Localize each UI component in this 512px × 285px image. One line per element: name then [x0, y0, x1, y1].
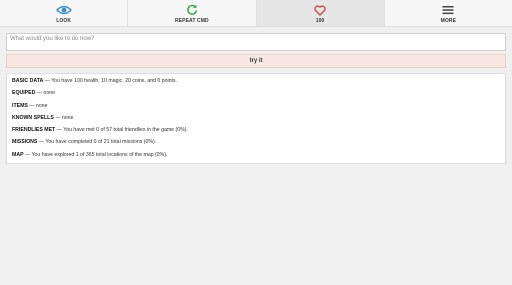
main-content: try it BASIC DATA — You have 100 health,… — [0, 27, 512, 164]
status-value: — You have 100 health, 10 magic, 20 coin… — [43, 78, 178, 84]
tab-repeat-cmd[interactable]: REPEAT CMD — [128, 0, 257, 26]
status-label: MAP — [12, 151, 24, 158]
command-input[interactable] — [6, 33, 506, 51]
status-row-missions: MISSIONS — You have completed 0 of 21 to… — [12, 139, 500, 145]
status-row-basic-data: BASIC DATA — You have 100 health, 10 mag… — [12, 78, 500, 84]
status-label: KNOWN SPELLS — [12, 114, 54, 121]
status-value: — You have completed 0 of 21 total missi… — [37, 139, 157, 146]
status-row-items: ITEMS — none — [12, 103, 500, 109]
status-value: — You have explored 1 of 365 total locat… — [23, 151, 168, 158]
status-label: BASIC DATA — [12, 78, 44, 84]
try-it-button[interactable]: try it — [6, 54, 506, 68]
tab-more-label: MORE — [440, 18, 457, 24]
status-row-equiped: EQUIPED — none — [12, 90, 500, 96]
health-value: 100 — [315, 18, 325, 24]
status-label: FRIENDLIES MET — [12, 127, 56, 134]
tab-health[interactable]: 100 — [256, 0, 385, 26]
tab-repeat-cmd-label: REPEAT CMD — [175, 18, 209, 24]
heart-icon — [312, 4, 328, 16]
status-label: MISSIONS — [12, 139, 38, 146]
tab-more[interactable]: MORE — [385, 0, 512, 26]
top-nav-bar: LOOK REPEAT CMD 100 MORE — [0, 0, 512, 27]
status-label: EQUIPED — [12, 90, 36, 97]
status-value: — none — [27, 102, 48, 109]
status-value: — none — [35, 90, 55, 97]
status-row-friendlies-met: FRIENDLIES MET — You have met 0 of 57 to… — [12, 127, 500, 133]
status-row-map: MAP — You have explored 1 of 365 total l… — [12, 152, 500, 158]
status-row-known-spells: KNOWN SPELLS — none — [12, 115, 500, 121]
status-label: ITEMS — [12, 102, 28, 109]
status-panel: BASIC DATA — You have 100 health, 10 mag… — [6, 73, 506, 164]
eye-icon — [55, 4, 72, 16]
menu-icon — [440, 4, 456, 16]
refresh-icon — [184, 4, 200, 16]
tab-look[interactable]: LOOK — [0, 0, 129, 26]
tab-look-label: LOOK — [56, 18, 72, 24]
status-value: — none — [53, 114, 74, 121]
status-value: — You have met 0 of 57 total friendlies … — [55, 127, 188, 134]
